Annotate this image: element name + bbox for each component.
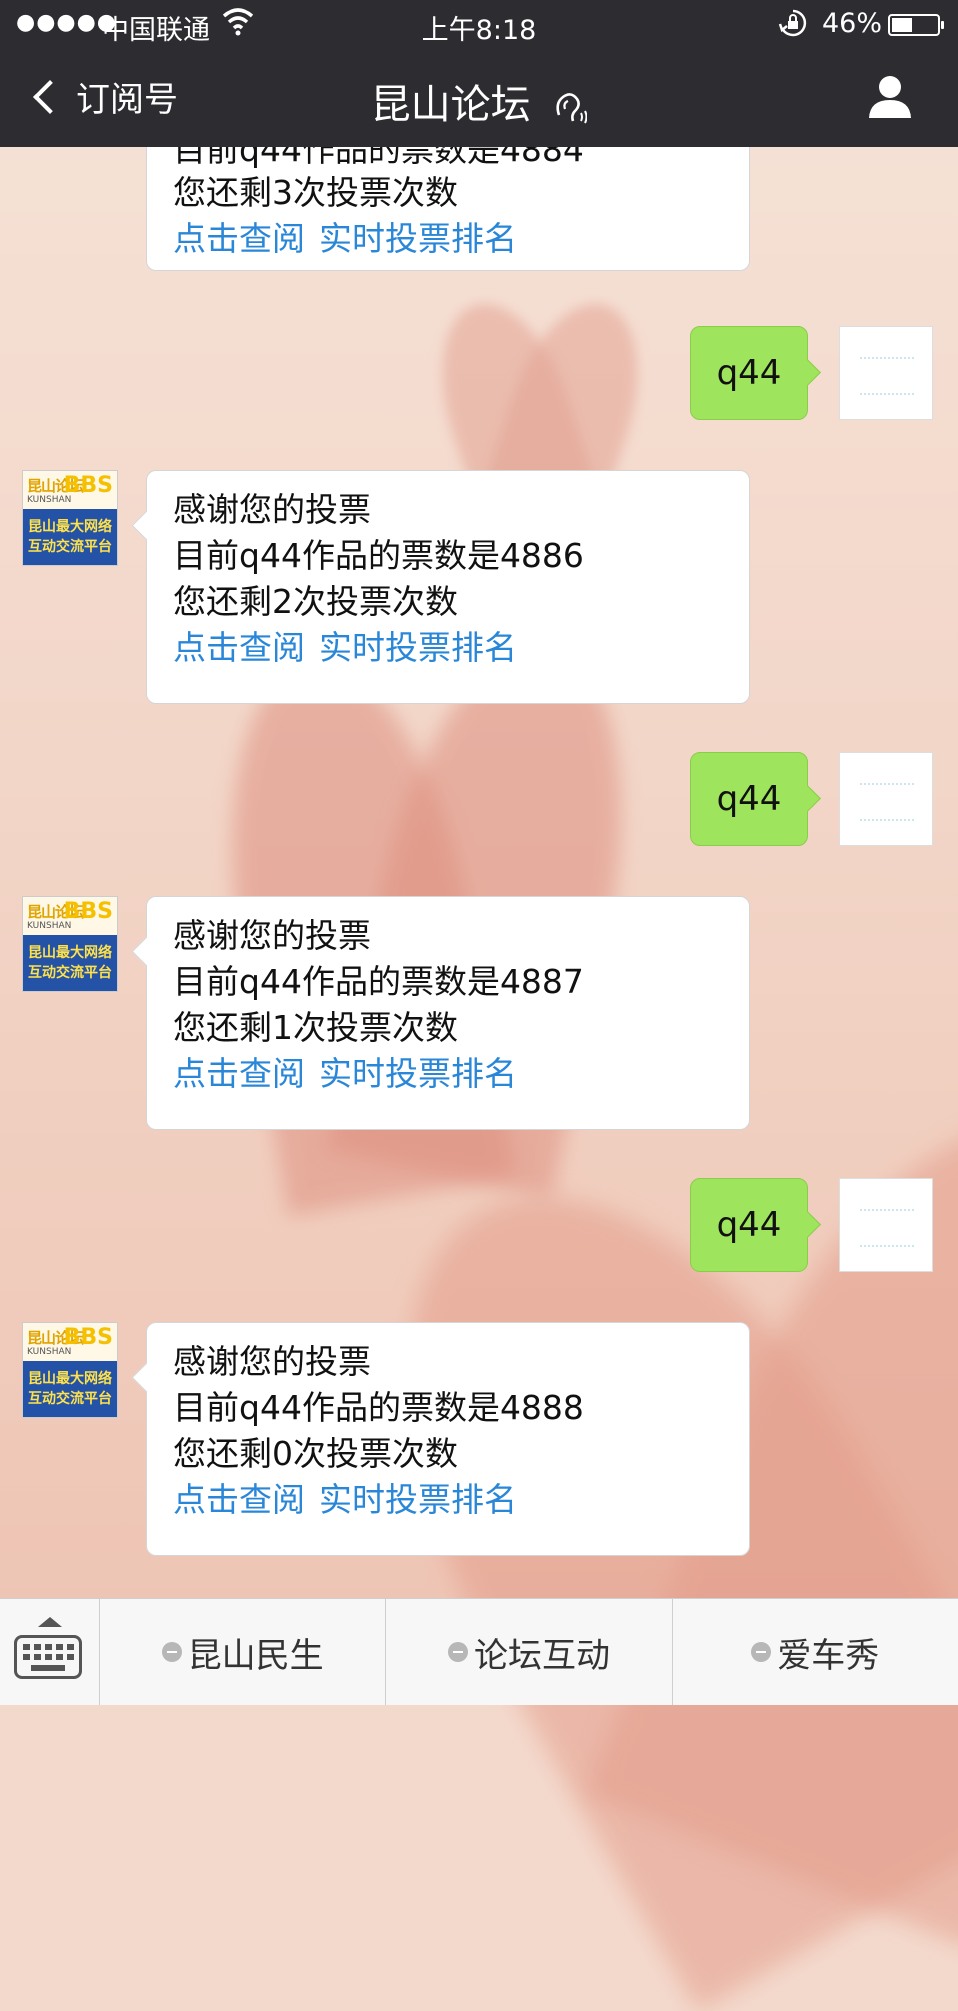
message-link[interactable]: 点击查阅 实时投票排名 [173, 1051, 723, 1097]
navigation-bar: 订阅号 昆山论坛 [0, 48, 958, 147]
menu-forum-interaction[interactable]: 论坛互动 [386, 1599, 673, 1705]
menu-label: 爱车秀 [777, 1635, 880, 1676]
avatar-sub: KUNSHAN [27, 495, 72, 505]
incoming-message: 感谢您的投票 目前q44作品的票数是4887 您还剩1次投票次数 点击查阅 实时投… [146, 896, 750, 1130]
avatar-line: 昆山最大网络 [28, 519, 112, 535]
avatar-sub: KUNSHAN [27, 921, 72, 931]
avatar-line: 互动交流平台 [28, 965, 112, 981]
user-avatar[interactable] [839, 1178, 933, 1272]
avatar-line: 互动交流平台 [28, 539, 112, 555]
menu-car-show[interactable]: 爱车秀 [673, 1599, 958, 1705]
user-avatar[interactable] [839, 326, 933, 420]
incoming-message: 感谢您的投票 目前q44作品的票数是4886 您还剩2次投票次数 点击查阅 实时投… [146, 470, 750, 704]
message-line: 感谢您的投票 [173, 490, 371, 529]
menu-icon [161, 1642, 182, 1662]
incoming-message: 目前q44作品的票数是4884 您还剩3次投票次数 点击查阅 实时投票排名 [146, 130, 750, 271]
outgoing-message: q44 [690, 752, 808, 846]
battery-percent: 46% [822, 8, 883, 39]
link-text[interactable]: 点击查阅 [173, 628, 305, 667]
battery-icon [888, 14, 944, 36]
keyboard-icon [14, 1635, 82, 1679]
account-avatar[interactable]: 昆山论坛 BBS KUNSHAN 昆山最大网络 互动交流平台 [22, 470, 118, 566]
chevron-up-icon [38, 1617, 62, 1627]
chat-area[interactable]: 目前q44作品的票数是4884 您还剩3次投票次数 点击查阅 实时投票排名 q44… [0, 130, 958, 1597]
link-text[interactable]: 实时投票排名 [319, 1054, 517, 1093]
outgoing-message: q44 [690, 1178, 808, 1272]
earpiece-mode-icon [556, 93, 588, 124]
message-line: 感谢您的投票 [173, 916, 371, 955]
message-line: 目前q44作品的票数是4887 [173, 962, 584, 1001]
menu-icon [447, 1642, 468, 1662]
message-line: 您还剩2次投票次数 [173, 582, 458, 621]
message-link[interactable]: 点击查阅 实时投票排名 [173, 216, 723, 262]
avatar-line: 昆山最大网络 [28, 1371, 112, 1387]
message-link[interactable]: 点击查阅 实时投票排名 [173, 625, 723, 671]
link-text[interactable]: 实时投票排名 [319, 219, 517, 258]
user-avatar[interactable] [839, 752, 933, 846]
link-text[interactable]: 实时投票排名 [319, 628, 517, 667]
keyboard-toggle-button[interactable] [0, 1599, 100, 1705]
account-avatar[interactable]: 昆山论坛 BBS KUNSHAN 昆山最大网络 互动交流平台 [22, 896, 118, 992]
link-text[interactable]: 点击查阅 [173, 1054, 305, 1093]
message-link[interactable]: 点击查阅 实时投票排名 [173, 1477, 723, 1523]
link-text[interactable]: 实时投票排名 [319, 1480, 517, 1519]
message-line: 您还剩3次投票次数 [173, 173, 458, 212]
message-line: 您还剩0次投票次数 [173, 1434, 458, 1473]
message-line: 感谢您的投票 [173, 1342, 371, 1381]
avatar-line: 昆山最大网络 [28, 945, 112, 961]
page-title-text: 昆山论坛 [370, 82, 531, 128]
avatar-sub: KUNSHAN [27, 1347, 72, 1357]
status-time: 上午8:18 [421, 15, 537, 46]
message-line: 您还剩1次投票次数 [173, 1008, 458, 1047]
account-avatar[interactable]: 昆山论坛 BBS KUNSHAN 昆山最大网络 互动交流平台 [22, 1322, 118, 1418]
link-text[interactable]: 点击查阅 [173, 1480, 305, 1519]
status-bar: ●●●●● 中国联通 上午8:18 46% [0, 0, 958, 48]
menu-kunshan-minsheng[interactable]: 昆山民生 [100, 1599, 387, 1705]
link-text[interactable]: 点击查阅 [173, 219, 305, 258]
incoming-message: 感谢您的投票 目前q44作品的票数是4888 您还剩0次投票次数 点击查阅 实时投… [146, 1322, 750, 1556]
page-title: 昆山论坛 [0, 72, 958, 130]
profile-icon[interactable] [866, 72, 914, 120]
bottom-menu: 昆山民生 论坛互动 爱车秀 [0, 1598, 958, 1705]
orientation-lock-icon [778, 9, 807, 37]
message-line: 目前q44作品的票数是4888 [173, 1388, 584, 1427]
outgoing-message: q44 [690, 326, 808, 420]
top-bar: ●●●●● 中国联通 上午8:18 46% 订阅号 昆山论坛 [0, 0, 958, 147]
menu-label: 论坛互动 [473, 1635, 610, 1676]
menu-label: 昆山民生 [187, 1635, 324, 1676]
menu-icon [751, 1642, 772, 1662]
avatar-line: 互动交流平台 [28, 1391, 112, 1407]
message-line: 目前q44作品的票数是4886 [173, 536, 584, 575]
